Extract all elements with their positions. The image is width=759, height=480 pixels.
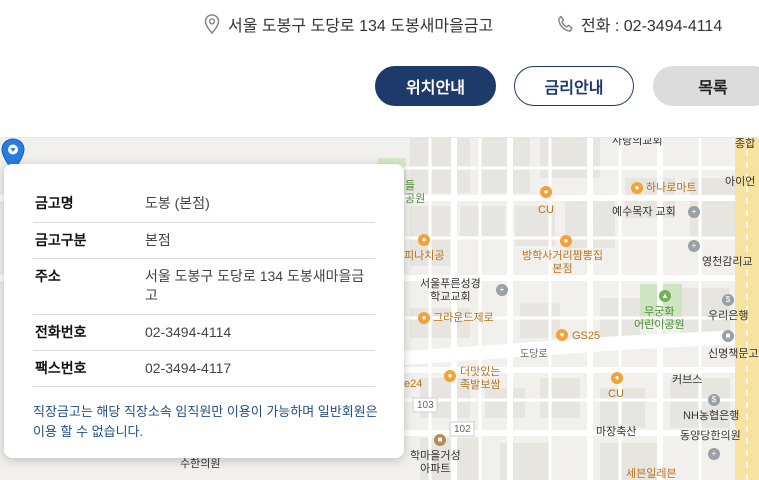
store-icon-3: ● [611, 372, 623, 384]
branch-phone: 전화 : 02-3494-4114 [557, 12, 722, 36]
cafe-icon: ● [418, 312, 430, 324]
map-label-hakmaeul: 학마을거성 아파트 [410, 450, 461, 475]
map-label-dongyang: 동양당한의원 [680, 430, 741, 442]
map-label-gs25: GS25 [572, 330, 601, 342]
map-label-road-102: 102 [454, 424, 471, 435]
info-row-address: 주소 서울 도봉구 도당로 134 도봉새마을금고 [33, 258, 375, 315]
restaurant-icon: ● [418, 234, 430, 246]
map-label-church: 사랑의교회 [612, 138, 663, 147]
map-label-granud: 그라운드제로 [433, 312, 494, 324]
workplace-notice: 직장금고는 해당 직장소속 임직원만 이용이 가능하며 일반회원은 이용 할 수… [33, 403, 378, 439]
map-label-dodangro: 도당로 [520, 349, 548, 360]
book-icon: ■ [722, 330, 734, 342]
info-row-type: 금고구분 본점 [33, 222, 375, 259]
map-label-nh: NH농협은행 [683, 410, 740, 422]
interest-rate-button[interactable]: 금리안내 [514, 66, 634, 106]
map-label-bangha: 방학사거리짬뽕집 본점 [522, 250, 603, 275]
info-row-fax: 팩스번호 02-3494-4117 [33, 350, 375, 387]
map-label-church-right: 종합 [735, 138, 756, 150]
map-label-youngchun: 영천감리교 [702, 256, 753, 268]
bank-icon-2: $ [708, 394, 720, 406]
map-label-woori: 우리은행 [708, 310, 749, 322]
info-value: 02-3494-4117 [143, 350, 375, 387]
phone-icon [557, 13, 575, 35]
info-value: 서울 도봉구 도당로 134 도봉새마을금고 [143, 258, 375, 315]
list-button[interactable]: 목록 [653, 66, 759, 106]
info-label: 팩스번호 [33, 350, 143, 387]
church-icon-3: + [496, 284, 508, 296]
mart-icon: ● [631, 182, 643, 194]
location-guide-button[interactable]: 위치안내 [375, 66, 496, 106]
info-value: 02-3494-4114 [143, 314, 375, 351]
church-icon-2: + [688, 240, 700, 252]
map-label-hanaro: 하나로마트 [646, 182, 697, 194]
info-row-name: 금고명 도봉 (본점) [33, 186, 375, 223]
map-label-e24: e24 [404, 378, 423, 390]
map-label-kobus: 커브스 [672, 374, 703, 386]
phone-text: 전화 : 02-3494-4114 [581, 18, 723, 35]
bank-icon: $ [722, 294, 734, 306]
location-pin-icon [204, 13, 222, 35]
restaurant-icon-2: ● [560, 235, 572, 247]
map-label-seoul-church: 서울푸른성경 학교교회 [420, 278, 481, 303]
info-value: 도봉 (본점) [143, 186, 375, 223]
branch-info-table: 금고명 도봉 (본점) 금고구분 본점 주소 서울 도봉구 도당로 134 도봉… [33, 186, 375, 387]
map-label-deomat: 더맛있는 족발보쌈 [460, 366, 501, 391]
park-icon: ▲ [659, 290, 671, 302]
map-label-yesu: 예수목자 교회 [612, 206, 676, 218]
map-label-sinmyung: 신명책문고 [708, 348, 759, 360]
store-icon: ● [540, 186, 552, 198]
apartment-icon: ■ [434, 434, 446, 446]
map-label-sebit: 세븐일레븐 [626, 468, 677, 480]
info-label: 금고명 [33, 186, 143, 223]
info-label: 주소 [33, 258, 143, 315]
info-row-phone: 전화번호 02-3494-4114 [33, 314, 375, 351]
map-label-cu2: CU [608, 388, 624, 400]
branch-address: 서울 도봉구 도당로 134 도봉새마을금고 [204, 12, 493, 36]
info-label: 금고구분 [33, 222, 143, 259]
info-label: 전화번호 [33, 314, 143, 351]
restaurant-icon-3: ● [444, 370, 456, 382]
church-icon: + [688, 206, 700, 218]
address-text: 서울 도봉구 도당로 134 도봉새마을금고 [228, 18, 494, 35]
map-label-suhan: 수한의원 [180, 458, 221, 470]
hospital-icon: + [708, 448, 720, 460]
store-icon-2: ● [556, 329, 568, 341]
map-label-masang: 마장축산 [596, 426, 637, 438]
map-label-cu1: CU [538, 204, 554, 216]
map-label-road-103: 103 [417, 400, 434, 411]
map-label-park: 들 공원 [405, 180, 426, 205]
info-value: 본점 [143, 222, 375, 259]
map-label-aiin: 아이언 [725, 176, 756, 188]
map-label-pinachi: 피나치공 [404, 250, 445, 262]
branch-info-card: 금고명 도봉 (본점) 금고구분 본점 주소 서울 도봉구 도당로 134 도봉… [4, 164, 404, 458]
map-label-mugunghwa: 무궁화 어린이공원 [634, 306, 685, 331]
page-header: 서울 도봉구 도당로 134 도봉새마을금고 전화 : 02-3494-4114… [0, 0, 759, 138]
